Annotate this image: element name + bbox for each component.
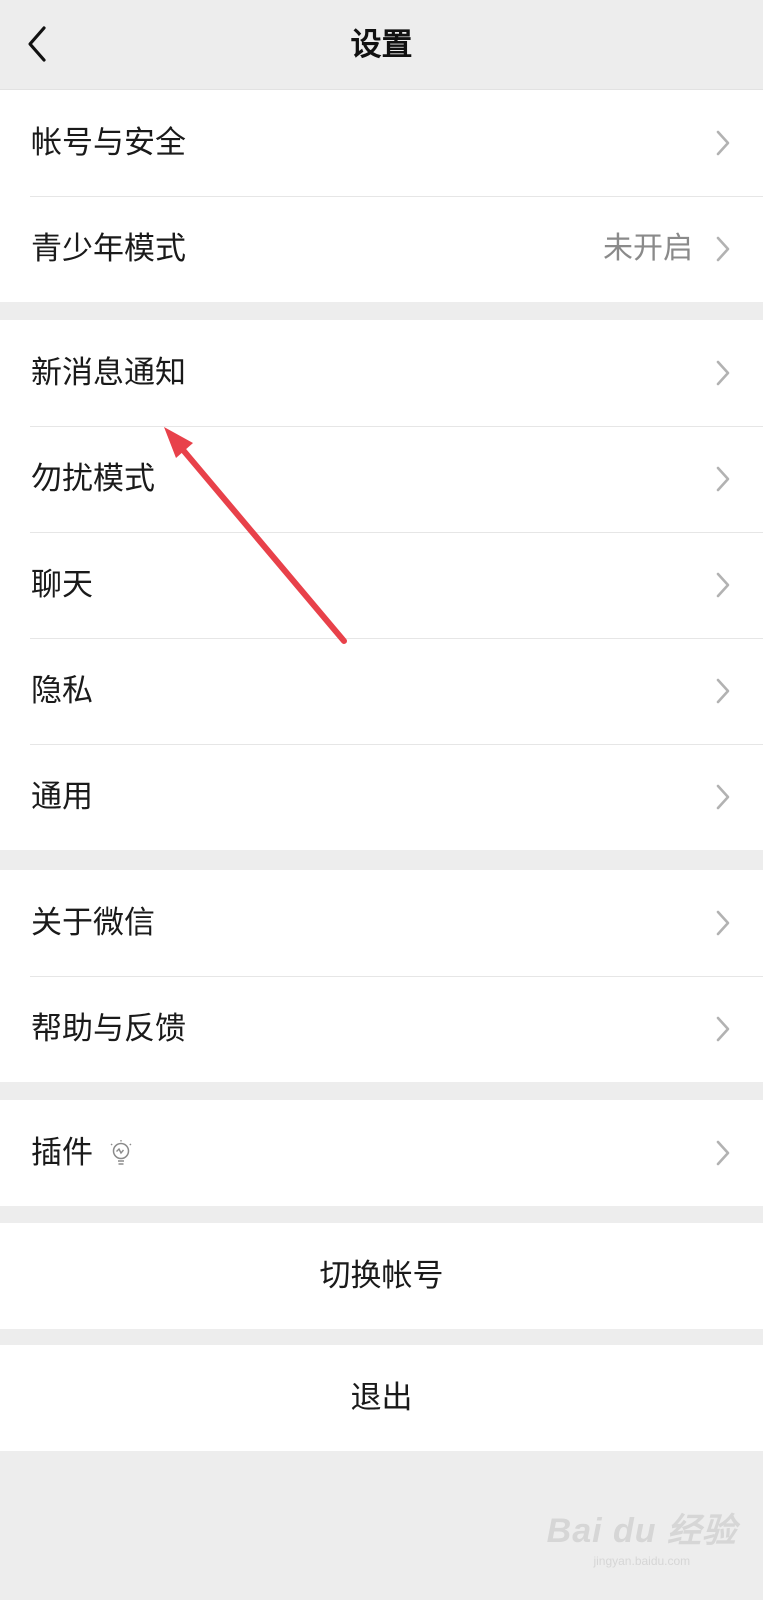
settings-item-label: 关于微信 — [31, 905, 155, 941]
settings-item-label: 通用 — [31, 779, 93, 815]
watermark: Bai du 经验 jingyan.baidu.com — [547, 1503, 737, 1568]
chevron-right-icon — [716, 1016, 730, 1042]
switch-account-group: 切换帐号 — [0, 1223, 763, 1329]
watermark-logo: Bai du 经验 — [546, 1512, 737, 1550]
settings-item-label: 帐号与安全 — [31, 125, 186, 161]
chevron-right-icon — [716, 1140, 730, 1166]
settings-item-privacy[interactable]: 隐私 — [0, 638, 763, 744]
settings-item-label: 隐私 — [31, 673, 93, 709]
switch-account-button[interactable]: 切换帐号 — [0, 1223, 763, 1329]
settings-item-chat[interactable]: 聊天 — [0, 532, 763, 638]
chevron-right-icon — [716, 784, 730, 810]
chevron-right-icon — [716, 572, 730, 598]
settings-item-do-not-disturb[interactable]: 勿扰模式 — [0, 426, 763, 532]
settings-item-about-wechat[interactable]: 关于微信 — [0, 870, 763, 976]
settings-item-label: 插件 — [31, 1135, 93, 1171]
settings-item-label: 帮助与反馈 — [31, 1011, 186, 1047]
chevron-right-icon — [716, 466, 730, 492]
logout-button[interactable]: 退出 — [0, 1345, 763, 1451]
settings-item-label: 新消息通知 — [31, 355, 186, 391]
settings-item-help-feedback[interactable]: 帮助与反馈 — [0, 976, 763, 1082]
settings-item-general[interactable]: 通用 — [0, 744, 763, 850]
settings-item-label: 青少年模式 — [31, 231, 186, 267]
teen-mode-status: 未开启 — [603, 231, 693, 266]
settings-group-plugins: 插件 — [0, 1100, 763, 1206]
lightbulb-icon — [110, 1140, 132, 1165]
chevron-right-icon — [716, 236, 730, 262]
settings-item-notifications[interactable]: 新消息通知 — [0, 320, 763, 426]
page-title: 设置 — [350, 27, 413, 63]
chevron-right-icon — [716, 910, 730, 936]
chevron-right-icon — [716, 360, 730, 386]
settings-item-label: 聊天 — [31, 567, 93, 603]
settings-group-account: 帐号与安全 青少年模式 未开启 — [0, 90, 763, 302]
settings-group-general: 新消息通知 勿扰模式 聊天 隐私 通用 — [0, 320, 763, 850]
chevron-right-icon — [716, 130, 730, 156]
nav-bar: 设置 — [0, 0, 763, 90]
settings-item-label: 勿扰模式 — [31, 461, 155, 497]
chevron-right-icon — [716, 678, 730, 704]
settings-item-teen-mode[interactable]: 青少年模式 未开启 — [0, 196, 763, 302]
switch-account-label: 切换帐号 — [319, 1258, 444, 1294]
settings-group-about: 关于微信 帮助与反馈 — [0, 870, 763, 1082]
logout-group: 退出 — [0, 1345, 763, 1451]
settings-item-plugins[interactable]: 插件 — [0, 1100, 763, 1206]
logout-label: 退出 — [350, 1380, 413, 1416]
settings-item-account-security[interactable]: 帐号与安全 — [0, 90, 763, 196]
watermark-url: jingyan.baidu.com — [593, 1554, 691, 1568]
